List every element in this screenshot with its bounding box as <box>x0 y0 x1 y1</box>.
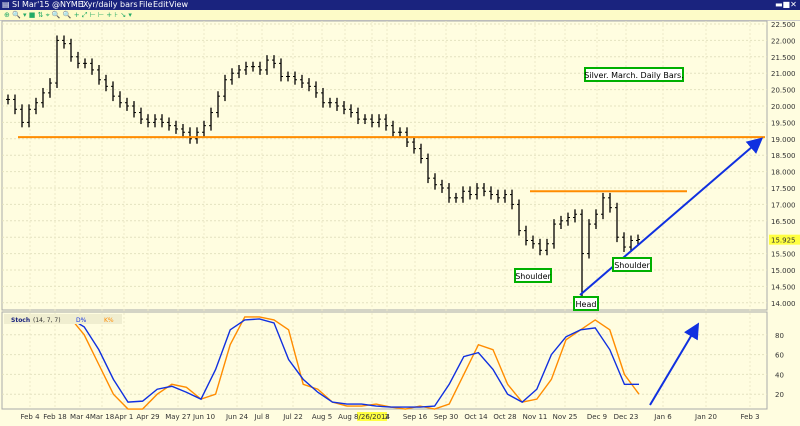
x-tick-label: Nov 11 <box>523 413 548 421</box>
x-tick-label: Apr 1 <box>115 413 134 421</box>
x-tick-label: Nov 25 <box>553 413 578 421</box>
stoch-params: (14, 7, 7) <box>33 317 61 324</box>
x-tick-label: Jan 6 <box>653 413 672 421</box>
right-shoulder-label: Shoulder <box>614 261 650 270</box>
price-tick-label: 18.500 <box>771 152 796 160</box>
stoch-tick-label: 80 <box>775 332 784 340</box>
x-tick-label: Jun 10 <box>192 413 215 421</box>
x-tick-label: Dec 9 <box>587 413 607 421</box>
price-tick-label: 17.000 <box>771 201 796 209</box>
x-tick-label: Aug <box>338 413 352 421</box>
chart-title: Silver. March. Daily Bars. <box>584 71 683 80</box>
price-tick-label: 14.000 <box>771 300 796 308</box>
x-tick-label: Jun 24 <box>225 413 249 421</box>
price-tick-label: 22.500 <box>771 21 796 29</box>
stoch-panel <box>1 311 768 410</box>
price-tick-label: 16.500 <box>771 218 796 226</box>
x-tick-label: Mar 18 <box>90 413 114 421</box>
price-tick-label: 19.500 <box>771 119 796 127</box>
x-tick-label: Mar 4 <box>70 413 90 421</box>
price-tick-label: 20.500 <box>771 87 796 95</box>
stoch-tick-label: 60 <box>775 352 784 360</box>
left-shoulder-label: Shoulder <box>515 272 551 281</box>
head-label: Head <box>576 300 597 309</box>
x-tick-label: Jan 20 <box>694 413 717 421</box>
x-tick-label: Oct 28 <box>493 413 516 421</box>
x-tick-label: Jul 22 <box>282 413 303 421</box>
x-tick-label: May 27 <box>165 413 191 421</box>
price-tick-label: 20.000 <box>771 103 796 111</box>
price-tick-label: 22.000 <box>771 37 796 45</box>
price-tick-label: 14.500 <box>771 283 796 291</box>
x-tick-label: Sep 30 <box>434 413 458 421</box>
x-tick-label: Sep 16 <box>403 413 428 421</box>
x-tick-label: Oct 14 <box>464 413 488 421</box>
price-tick-label: 18.000 <box>771 169 796 177</box>
x-tick-label: Feb 4 <box>20 413 40 421</box>
stoch-tick-label: 40 <box>775 371 784 379</box>
last-price-label: 15.925 <box>771 237 796 245</box>
chart: 22.500 22.000 21.500 21.000 20.500 20.000 19.5… <box>1 20 800 421</box>
price-tick-label: 19.000 <box>771 136 796 144</box>
price-tick-label: 15.000 <box>771 267 796 275</box>
price-panel <box>1 20 768 311</box>
x-tick-label: Feb 18 <box>43 413 67 421</box>
price-tick-label: 15.500 <box>771 251 796 259</box>
price-tick-label: 17.500 <box>771 185 796 193</box>
stoch-tick-label: 20 <box>775 391 784 399</box>
price-tick-label: 21.500 <box>771 54 796 62</box>
x-tick-label: Apr 29 <box>136 413 159 421</box>
x-tick-label: 2 <box>385 413 389 421</box>
x-tick-label: Aug 5 <box>312 413 332 421</box>
k-legend: K% <box>104 317 114 324</box>
price-tick-label: 21.000 <box>771 70 796 78</box>
x-tick-label: Feb 3 <box>740 413 759 421</box>
x-tick-label: Dec 23 <box>614 413 639 421</box>
d-legend: D% <box>76 317 87 324</box>
x-tick-label: Jul 8 <box>253 413 269 421</box>
stoch-name: Stoch <box>11 317 30 324</box>
